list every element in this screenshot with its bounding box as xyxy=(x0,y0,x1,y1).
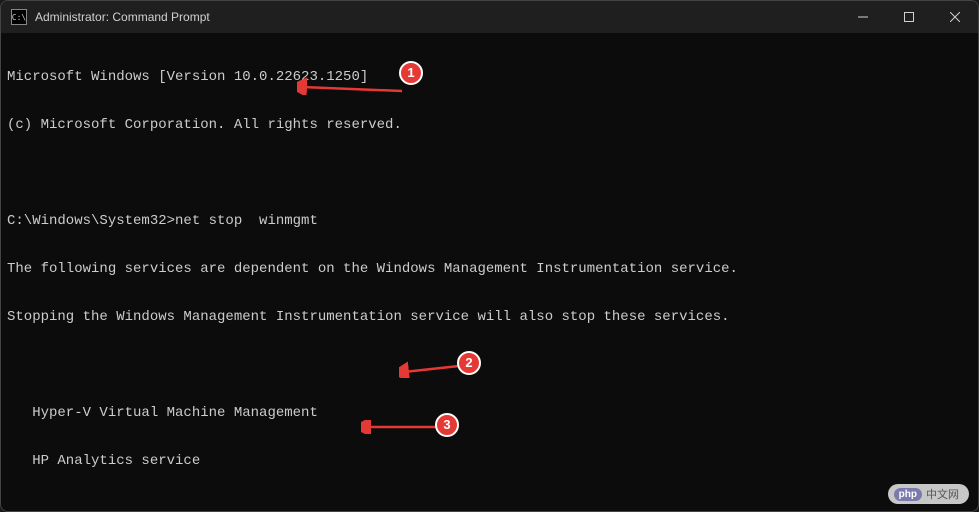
annotation-arrow-3 xyxy=(361,420,441,434)
minimize-icon xyxy=(858,12,868,22)
window-controls xyxy=(840,1,978,33)
annotation-badge-1: 1 xyxy=(399,61,423,85)
window-title: Administrator: Command Prompt xyxy=(35,10,840,24)
annotation-badge-3: 3 xyxy=(435,413,459,437)
maximize-icon xyxy=(904,12,914,22)
terminal-line xyxy=(7,501,972,511)
annotation-arrow-1 xyxy=(297,73,407,95)
terminal-line xyxy=(7,357,972,373)
watermark-text: 中文网 xyxy=(926,486,959,502)
watermark: php 中文网 xyxy=(888,484,969,504)
maximize-button[interactable] xyxy=(886,1,932,33)
terminal-line: Hyper-V Virtual Machine Management xyxy=(7,405,972,421)
php-logo: php xyxy=(894,488,922,501)
terminal-line xyxy=(7,165,972,181)
terminal-output[interactable]: Microsoft Windows [Version 10.0.22623.12… xyxy=(1,33,978,511)
close-button[interactable] xyxy=(932,1,978,33)
app-icon: C:\ xyxy=(11,9,27,25)
terminal-line: (c) Microsoft Corporation. All rights re… xyxy=(7,117,972,133)
command-prompt-window: C:\ Administrator: Command Prompt Micros… xyxy=(0,0,979,512)
terminal-line: HP Analytics service xyxy=(7,453,972,469)
watermark-badge: php 中文网 xyxy=(888,484,969,504)
app-icon-text: C:\ xyxy=(12,13,26,22)
minimize-button[interactable] xyxy=(840,1,886,33)
terminal-line: Microsoft Windows [Version 10.0.22623.12… xyxy=(7,69,972,85)
terminal-line: Stopping the Windows Management Instrume… xyxy=(7,309,972,325)
titlebar[interactable]: C:\ Administrator: Command Prompt xyxy=(1,1,978,33)
annotation-arrow-2 xyxy=(399,360,464,378)
close-icon xyxy=(950,12,960,22)
terminal-line: The following services are dependent on … xyxy=(7,261,972,277)
annotation-badge-2: 2 xyxy=(457,351,481,375)
terminal-line: C:\Windows\System32>net stop winmgmt xyxy=(7,213,972,229)
